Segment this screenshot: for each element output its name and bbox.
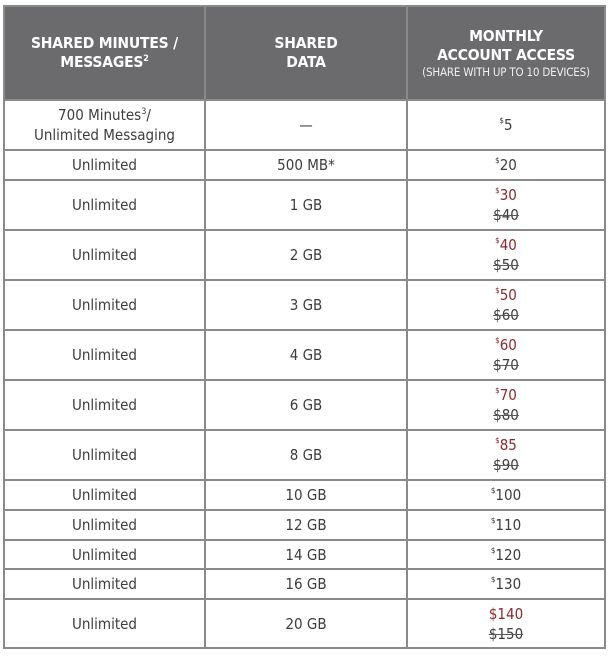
sale-price: $140 bbox=[488, 604, 524, 623]
data-cell: 1 GB bbox=[204, 179, 408, 231]
data-cell: 6 GB bbox=[204, 379, 408, 431]
table-row: Unlimited 8 GB $85 $90 bbox=[3, 429, 606, 481]
price-cell: $140 $150 bbox=[406, 598, 606, 649]
minutes-cell: Unlimited bbox=[3, 539, 206, 570]
header-monthly-access: MONTHLY ACCOUNT ACCESS (SHARE WITH UP TO… bbox=[406, 5, 606, 101]
original-price: $50 bbox=[493, 256, 519, 274]
sale-price: $40 bbox=[495, 236, 517, 254]
minutes-cell: Unlimited bbox=[3, 279, 206, 331]
table-row: Unlimited 20 GB $140 $150 bbox=[3, 598, 606, 649]
data-cell: 10 GB bbox=[204, 479, 408, 511]
data-cell: — bbox=[204, 99, 408, 151]
price-cell: $110 bbox=[406, 509, 606, 541]
price-cell: $50 $60 bbox=[406, 279, 606, 331]
table-row: Unlimited 1 GB $30 $40 bbox=[3, 179, 606, 231]
price-cell: $100 bbox=[406, 479, 606, 511]
price: 120 bbox=[495, 545, 522, 564]
minutes-cell: Unlimited bbox=[3, 598, 206, 649]
header-subnote: (SHARE WITH UP TO 10 DEVICES) bbox=[422, 65, 590, 79]
data-cell: 14 GB bbox=[204, 539, 408, 570]
original-price: $70 bbox=[493, 356, 519, 374]
price: 20 bbox=[499, 156, 517, 174]
price-cell: $70 $80 bbox=[406, 379, 606, 431]
price-cell: $30 $40 bbox=[406, 179, 606, 231]
data-cell: 8 GB bbox=[204, 429, 408, 481]
price-cell: $60 $70 bbox=[406, 329, 606, 381]
price: 110 bbox=[495, 516, 522, 534]
data-cell: 3 GB bbox=[204, 279, 408, 331]
data-cell: 4 GB bbox=[204, 329, 408, 381]
table-row: 700 Minutes3/Unlimited Messaging — $5 bbox=[3, 99, 606, 151]
header-row: SHARED MINUTES / MESSAGES2 SHARED DATA M… bbox=[3, 5, 606, 101]
minutes-cell: Unlimited bbox=[3, 229, 206, 281]
minutes-cell: Unlimited bbox=[3, 179, 206, 231]
original-price: $60 bbox=[493, 306, 519, 324]
table-row: Unlimited 2 GB $40 $50 bbox=[3, 229, 606, 281]
minutes-cell: Unlimited bbox=[3, 479, 206, 511]
price-cell: $20 bbox=[406, 149, 606, 181]
sale-price: $50 bbox=[495, 286, 517, 304]
header-shared-data: SHARED DATA bbox=[204, 5, 408, 101]
table-row: Unlimited 3 GB $50 $60 bbox=[3, 279, 606, 331]
original-price: $40 bbox=[493, 206, 519, 224]
data-cell: 2 GB bbox=[204, 229, 408, 281]
price: 5 bbox=[503, 116, 513, 134]
minutes-cell: Unlimited bbox=[3, 379, 206, 431]
price-cell: $40 $50 bbox=[406, 229, 606, 281]
data-cell: 20 GB bbox=[204, 598, 408, 649]
table-row: Unlimited 14 GB $120 bbox=[3, 539, 606, 570]
header-shared-minutes: SHARED MINUTES / MESSAGES2 bbox=[3, 5, 206, 101]
table-row: Unlimited 16 GB $130 bbox=[3, 568, 606, 600]
sale-price: $70 bbox=[495, 386, 517, 404]
original-price: $90 bbox=[493, 456, 519, 474]
original-price: $80 bbox=[493, 406, 519, 424]
minutes-cell: Unlimited bbox=[3, 429, 206, 481]
price: 130 bbox=[495, 575, 522, 593]
data-cell: 12 GB bbox=[204, 509, 408, 541]
table-row: Unlimited 12 GB $110 bbox=[3, 509, 606, 541]
table-row: Unlimited 500 MB* $20 bbox=[3, 149, 606, 181]
table-row: Unlimited 10 GB $100 bbox=[3, 479, 606, 511]
price-cell: $120 bbox=[406, 539, 606, 570]
data-cell: 16 GB bbox=[204, 568, 408, 600]
price: 100 bbox=[495, 486, 522, 504]
minutes-cell: Unlimited bbox=[3, 149, 206, 181]
price-cell: $130 bbox=[406, 568, 606, 600]
minutes-cell: Unlimited bbox=[3, 568, 206, 600]
price-cell: $85 $90 bbox=[406, 429, 606, 481]
data-cell: 500 MB* bbox=[204, 149, 408, 181]
pricing-table: SHARED MINUTES / MESSAGES2 SHARED DATA M… bbox=[3, 5, 606, 649]
minutes-cell: Unlimited bbox=[3, 509, 206, 541]
price-cell: $5 bbox=[406, 99, 606, 151]
sale-price: $30 bbox=[495, 186, 517, 204]
minutes-cell: 700 Minutes3/Unlimited Messaging bbox=[3, 99, 206, 151]
table-row: Unlimited 4 GB $60 $70 bbox=[3, 329, 606, 381]
original-price: $150 bbox=[488, 624, 524, 643]
table-row: Unlimited 6 GB $70 $80 bbox=[3, 379, 606, 431]
sale-price: $85 bbox=[495, 436, 517, 454]
minutes-cell: Unlimited bbox=[3, 329, 206, 381]
sale-price: $60 bbox=[495, 336, 517, 354]
